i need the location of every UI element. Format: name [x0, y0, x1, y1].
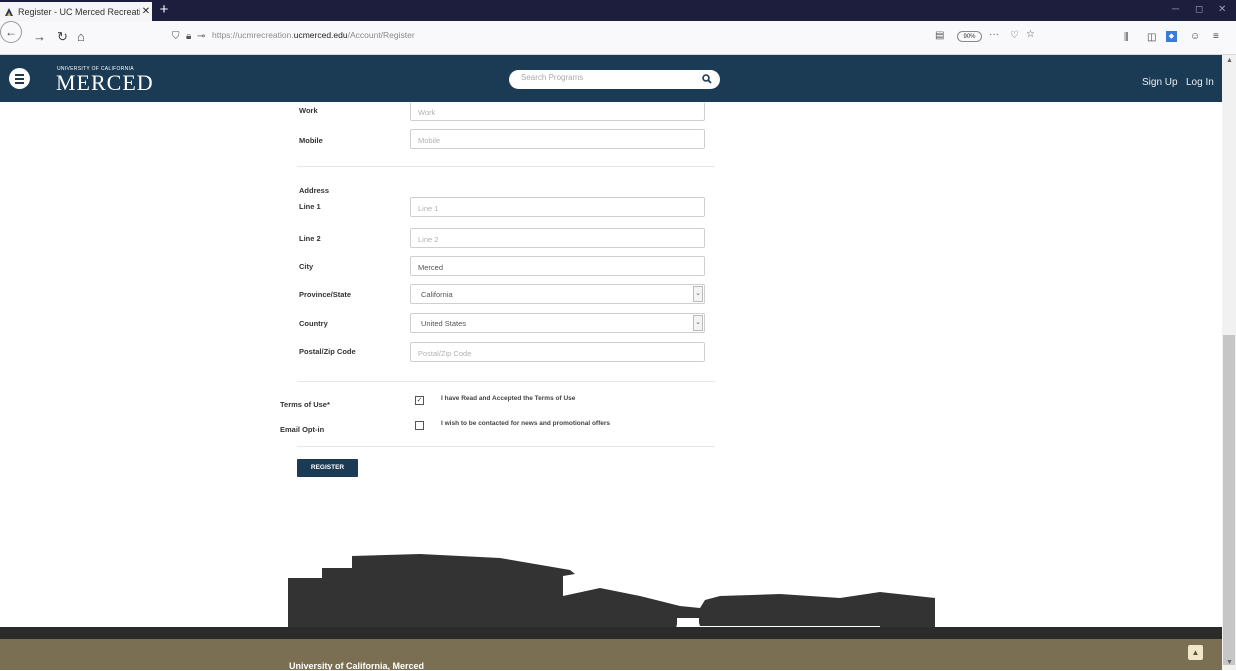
footer: University of California, Merced ▲ — [0, 639, 1222, 671]
extension-icon[interactable]: ◆ — [1166, 31, 1177, 42]
campus-skyline-illustration — [288, 554, 935, 628]
line1-input[interactable] — [411, 199, 704, 218]
site-logo[interactable]: MERCED — [56, 72, 154, 94]
scroll-up-icon[interactable]: ▲ — [1226, 57, 1233, 64]
minimize-icon[interactable]: ─ — [1172, 4, 1179, 15]
work-input[interactable] — [411, 103, 704, 122]
footer-band — [0, 627, 1222, 639]
back-icon[interactable]: ← — [0, 21, 22, 43]
city-input[interactable] — [411, 258, 704, 277]
postal-field — [410, 342, 705, 363]
sign-up-link[interactable]: Sign Up — [1142, 77, 1178, 88]
page-actions-icon[interactable]: ··· — [989, 29, 999, 40]
site-header: UNIVERSITY OF CALIFORNIA MERCED Sign Up … — [0, 55, 1222, 102]
maximize-icon[interactable]: ◻ — [1195, 4, 1203, 15]
line2-label: Line 2 — [299, 234, 321, 243]
pocket-icon[interactable]: ♡ — [1010, 30, 1019, 41]
browser-nav-bar: ← → ↻ ⌂ ⛉ 🔒︎ ⊸ https://ucmrecreation.ucm… — [0, 21, 1236, 55]
tab-close-icon[interactable]: ✕ — [140, 6, 152, 17]
window-close-icon[interactable]: ✕ — [1218, 4, 1226, 15]
browser-tab-bar: Register - UC Merced Recreati... ✕ + ─ ◻… — [0, 0, 1236, 21]
back-to-top-button[interactable]: ▲ — [1188, 645, 1203, 660]
forward-icon[interactable]: → — [33, 30, 46, 44]
site-favicon-icon — [4, 7, 14, 17]
work-label: Work — [299, 106, 318, 115]
reader-view-icon[interactable]: ▤ — [935, 30, 944, 41]
optin-label: Email Opt-in — [280, 425, 325, 434]
tab-title: Register - UC Merced Recreati... — [18, 6, 140, 17]
search-box — [509, 70, 720, 89]
site-menu-button[interactable] — [9, 68, 30, 89]
chevron-down-icon[interactable]: ⌄ — [693, 315, 703, 331]
browser-tab[interactable]: Register - UC Merced Recreati... ✕ — [0, 2, 152, 21]
province-value: California — [421, 290, 453, 299]
terms-label: Terms of Use* — [280, 400, 330, 409]
terms-checkbox[interactable]: ✓ — [415, 396, 424, 405]
postal-label: Postal/Zip Code — [299, 347, 356, 356]
optin-checkbox[interactable] — [415, 421, 424, 430]
country-label: Country — [299, 319, 328, 328]
line1-label: Line 1 — [299, 202, 321, 211]
account-icon[interactable]: ☺ — [1190, 31, 1200, 42]
lock-icon[interactable]: 🔒︎ — [186, 31, 191, 42]
section-divider — [297, 381, 715, 382]
zoom-level[interactable]: 90% — [957, 31, 982, 42]
postal-input[interactable] — [411, 344, 704, 363]
hamburger-menu-icon[interactable]: ≡ — [1213, 31, 1219, 42]
work-field — [410, 102, 705, 122]
province-select[interactable]: California ⌄ — [410, 284, 705, 304]
terms-text[interactable]: I have Read and Accepted the Terms of Us… — [441, 395, 575, 402]
sidebar-icon[interactable]: ◫ — [1147, 32, 1156, 43]
home-icon[interactable]: ⌂ — [77, 30, 85, 44]
page-scrollbar[interactable]: ▲ ▼ — [1222, 55, 1236, 670]
address-heading: Address — [299, 186, 330, 195]
mobile-field — [410, 129, 705, 150]
country-select[interactable]: United States ⌄ — [410, 313, 705, 333]
scroll-thumb[interactable] — [1223, 335, 1235, 665]
chevron-down-icon[interactable]: ⌄ — [693, 286, 703, 302]
section-divider — [297, 446, 715, 447]
section-divider — [297, 166, 715, 167]
url-text[interactable]: https://ucmrecreation.ucmerced.edu/Accou… — [212, 30, 415, 40]
bookmark-star-icon[interactable]: ☆ — [1026, 29, 1035, 40]
line1-field — [410, 197, 705, 218]
city-field — [410, 256, 705, 277]
shield-icon[interactable]: ⛉ — [172, 31, 180, 42]
province-label: Province/State — [299, 290, 352, 299]
line2-input[interactable] — [411, 230, 704, 249]
library-icon[interactable]: ⫼ — [1124, 32, 1129, 43]
city-label: City — [299, 262, 314, 271]
address-bar[interactable]: ⛉ 🔒︎ ⊸ https://ucmrecreation.ucmerced.ed… — [168, 27, 1048, 47]
search-icon[interactable] — [702, 74, 712, 84]
scroll-down-icon[interactable]: ▼ — [1226, 659, 1233, 666]
optin-text[interactable]: I wish to be contacted for news and prom… — [441, 420, 610, 427]
register-button[interactable]: REGISTER — [297, 459, 358, 477]
permissions-icon[interactable]: ⊸ — [197, 31, 205, 42]
search-input[interactable] — [521, 73, 691, 82]
mobile-input[interactable] — [411, 131, 704, 150]
mobile-label: Mobile — [299, 136, 323, 145]
new-tab-button[interactable]: + — [156, 2, 172, 18]
log-in-link[interactable]: Log In — [1186, 77, 1214, 88]
line2-field — [410, 228, 705, 249]
reload-icon[interactable]: ↻ — [57, 30, 68, 44]
country-value: United States — [421, 319, 467, 328]
